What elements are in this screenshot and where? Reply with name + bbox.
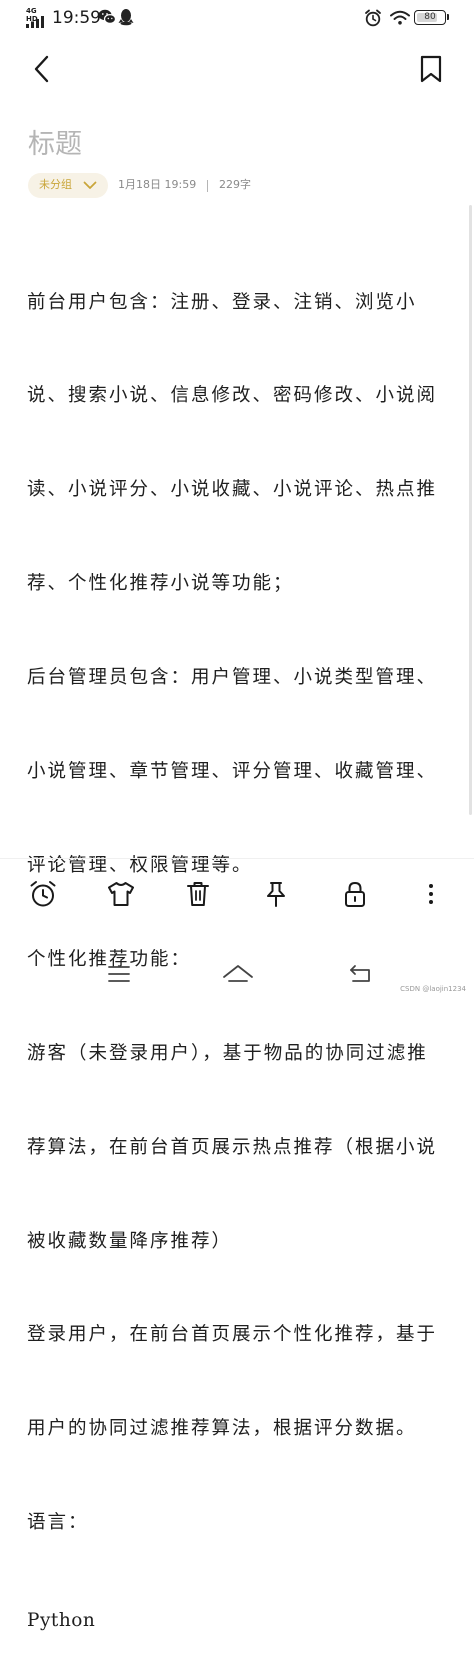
delete-button[interactable]	[183, 879, 213, 909]
qq-icon	[118, 9, 134, 26]
network-indicator: 4G HD	[26, 7, 48, 28]
body-line: 荐算法，在前台首页展示热点推荐（根据小说	[27, 1136, 438, 1158]
nav-menu-button[interactable]	[105, 962, 133, 986]
lock-button[interactable]	[340, 879, 370, 909]
chevron-down-icon	[83, 181, 97, 189]
body-line: 语言：	[27, 1512, 89, 1534]
more-button[interactable]	[416, 879, 446, 909]
pin-button[interactable]	[261, 879, 291, 909]
home-icon	[223, 965, 253, 982]
category-dropdown[interactable]: 未分组	[28, 173, 108, 198]
alarm-status-icon	[365, 9, 381, 27]
theme-button[interactable]	[106, 879, 136, 909]
body-line: 说、搜索小说、信息修改、密码修改、小说阅	[27, 385, 438, 407]
watermark: CSDN @laojin1234	[400, 985, 466, 993]
body-line: 前台用户包含：注册、登录、注销、浏览小	[27, 291, 417, 313]
body-line: 小说管理、章节管理、评分管理、收藏管理、	[27, 761, 438, 783]
body-line: 荐、个性化推荐小说等功能；	[27, 573, 294, 595]
more-icon	[429, 884, 433, 904]
wifi-icon	[390, 10, 410, 25]
wechat-icon	[98, 9, 116, 24]
return-icon	[350, 965, 370, 982]
nav-back-button[interactable]	[346, 962, 374, 986]
bookmark-icon	[420, 55, 442, 83]
status-bar: 4G HD 19:59 80	[0, 0, 474, 36]
alarm-icon	[30, 881, 56, 907]
body-line: 读、小说评分、小说收藏、小说评论、热点推	[27, 479, 438, 501]
battery-level: 80	[424, 12, 436, 22]
nav-home-button[interactable]	[222, 962, 254, 986]
char-count: 229字	[219, 178, 251, 191]
body-line: 后台管理员包含：用户管理、小说类型管理、	[27, 667, 438, 689]
category-label: 未分组	[39, 178, 72, 191]
menu-icon	[108, 966, 130, 982]
chevron-left-icon	[34, 55, 49, 83]
status-time: 19:59	[52, 8, 101, 28]
title-input[interactable]: 标题	[28, 127, 82, 163]
pin-icon	[267, 882, 285, 907]
body-line: 被收藏数量降序推荐）	[27, 1230, 233, 1252]
meta-divider	[207, 180, 208, 192]
reminder-button[interactable]	[28, 879, 58, 909]
signal-icon	[26, 16, 44, 28]
body-line: 登录用户，在前台首页展示个性化推荐，基于	[27, 1324, 438, 1346]
body-line: 游客（未登录用户），基于物品的协同过滤推	[27, 1042, 428, 1064]
note-date: 1月18日 19:59	[118, 178, 197, 191]
scrollbar[interactable]	[469, 205, 472, 815]
body-line: 用户的协同过滤推荐算法，根据评分数据。	[27, 1418, 417, 1440]
body-line: Python	[27, 1610, 96, 1632]
trash-icon	[187, 882, 209, 906]
back-button[interactable]	[28, 54, 56, 84]
tshirt-icon	[108, 882, 134, 906]
lock-icon	[345, 881, 365, 907]
battery-indicator: 80	[414, 10, 449, 25]
bookmark-button[interactable]	[418, 54, 444, 84]
note-toolbar	[0, 858, 474, 931]
